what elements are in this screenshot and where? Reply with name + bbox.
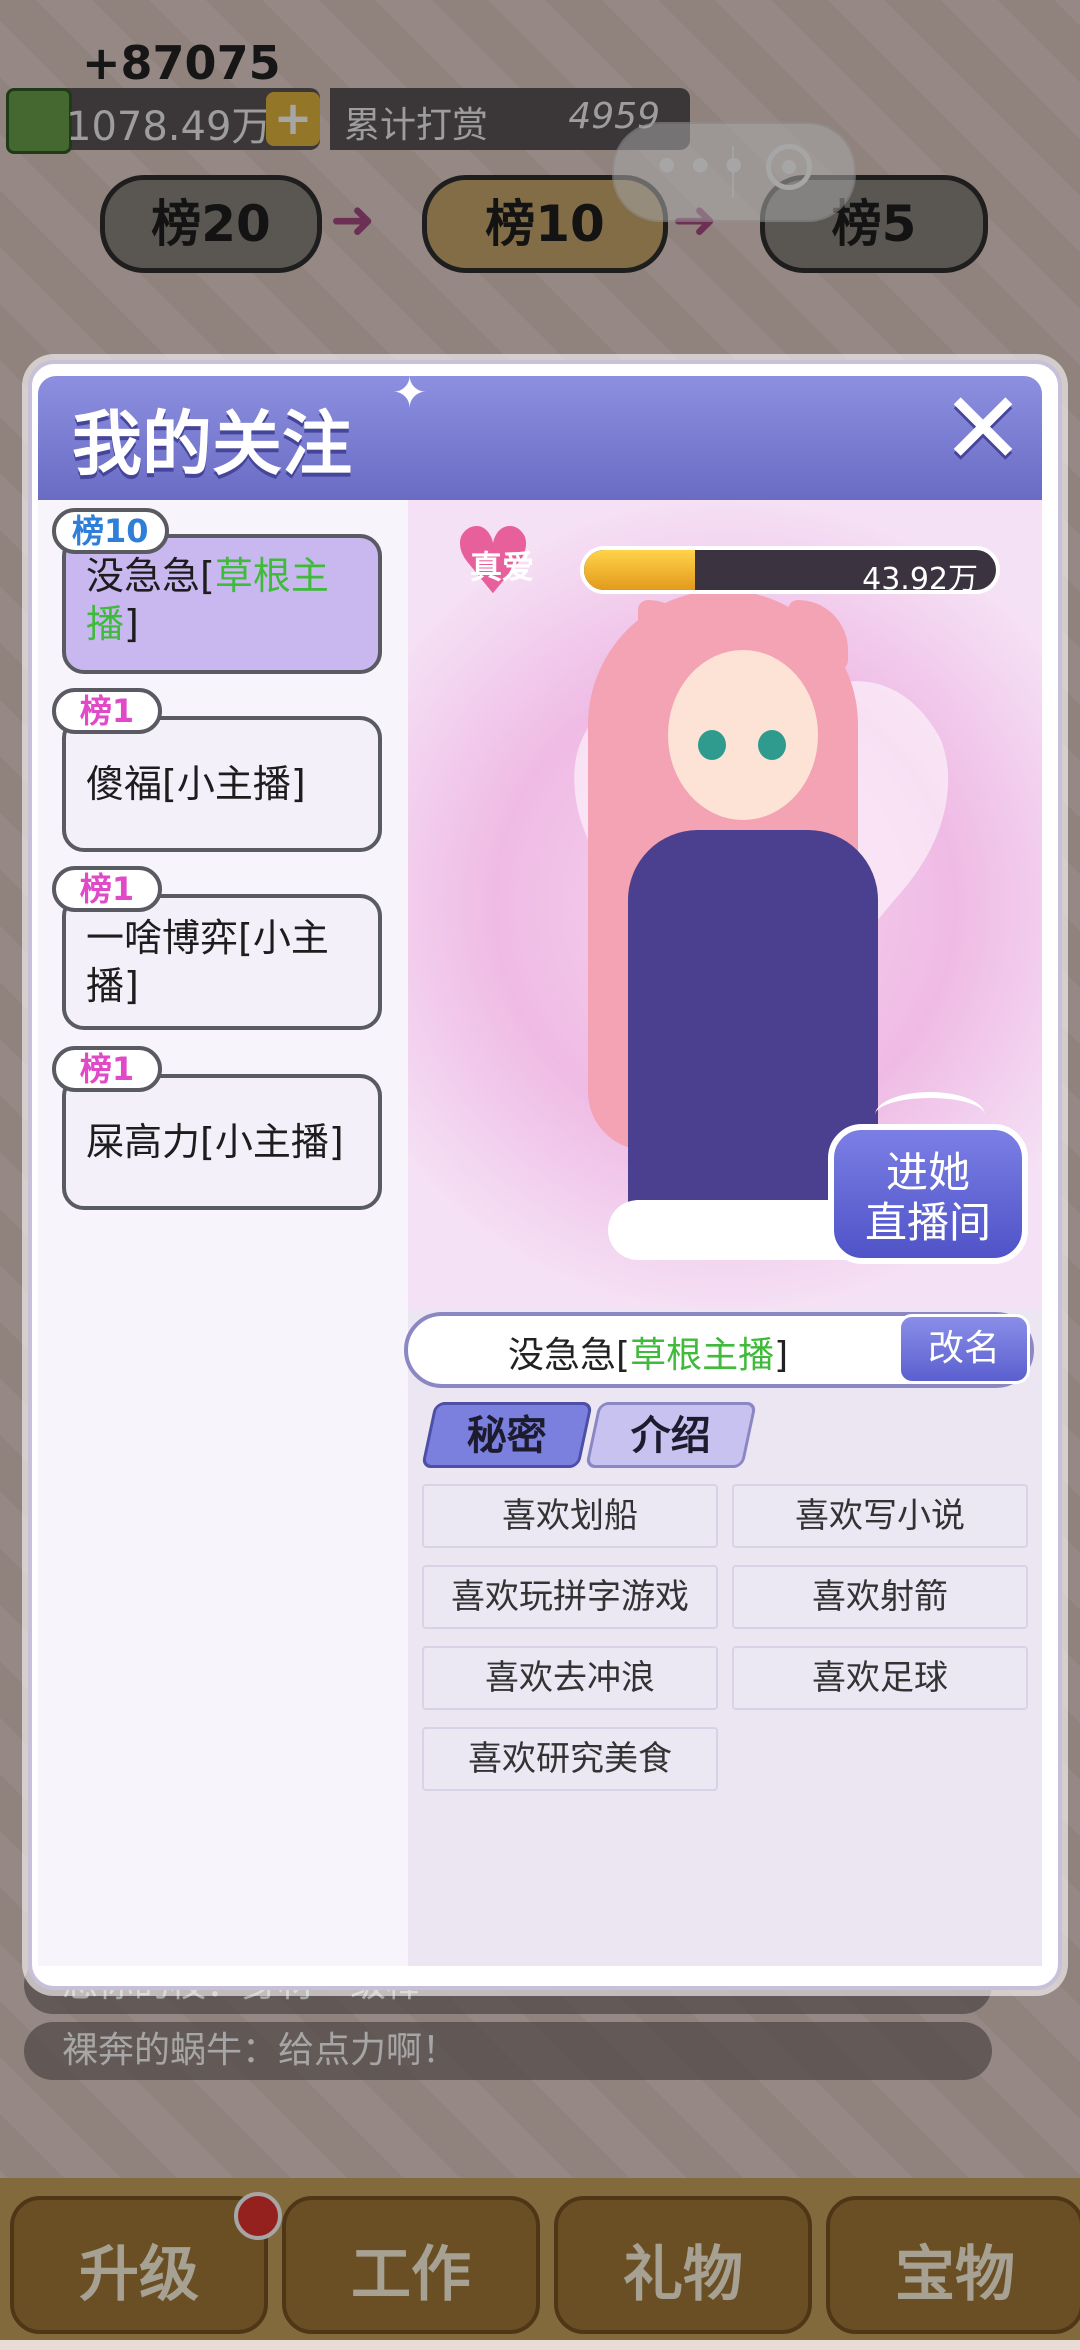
love-progress-bar: 43.92万 <box>580 546 1000 594</box>
character-face <box>668 650 818 820</box>
rank-tag: 榜1 <box>52 688 162 734</box>
close-button[interactable]: ✕ <box>940 379 1026 479</box>
hobby-item: 喜欢写小说 <box>732 1484 1028 1548</box>
hobby-item: 喜欢足球 <box>732 1646 1028 1710</box>
hobby-item: 喜欢划船 <box>422 1484 718 1548</box>
rank-tag: 榜1 <box>52 1046 162 1092</box>
character-eye <box>698 730 726 760</box>
love-value: 43.92万 <box>862 562 978 594</box>
rank-tag: 榜1 <box>52 866 162 912</box>
rank-tag: 榜10 <box>52 508 169 554</box>
live-button-label: 进她 直播间 <box>864 1148 991 1247</box>
hobby-item: 喜欢玩拼字游戏 <box>422 1565 718 1629</box>
follow-name: 屎高力[小主播] <box>86 1120 344 1164</box>
love-label: 真爱 <box>470 548 535 586</box>
character-eye <box>758 730 786 760</box>
rename-button[interactable]: 改名 <box>898 1314 1030 1384</box>
follow-name: 一啥博弈[小主播] <box>86 916 329 1008</box>
follow-name: 傻福[小主播] <box>86 762 306 806</box>
tab-intro[interactable]: 介绍 <box>584 1402 758 1468</box>
modal-title: 我的关注 <box>72 403 352 485</box>
sparkle-icon: ✦ <box>392 368 428 417</box>
hobby-item: 喜欢去冲浪 <box>422 1646 718 1710</box>
love-progress-fill <box>584 550 696 590</box>
hobby-item: 喜欢射箭 <box>732 1565 1028 1629</box>
follow-card[interactable]: 一啥博弈[小主播] <box>62 894 382 1030</box>
hobby-item: 喜欢研究美食 <box>422 1727 718 1791</box>
tab-secret[interactable]: 秘密 <box>420 1402 594 1468</box>
selected-name: 没急急[草根主播] <box>508 1335 789 1376</box>
follow-card[interactable]: 没急急[草根主播] <box>62 534 382 674</box>
follow-card[interactable]: 屎高力[小主播] <box>62 1074 382 1210</box>
follow-name: 没急急[草根主播] <box>86 554 329 646</box>
enter-live-room-button[interactable]: 进她 直播间 <box>828 1124 1028 1264</box>
follow-card[interactable]: 傻福[小主播] <box>62 716 382 852</box>
